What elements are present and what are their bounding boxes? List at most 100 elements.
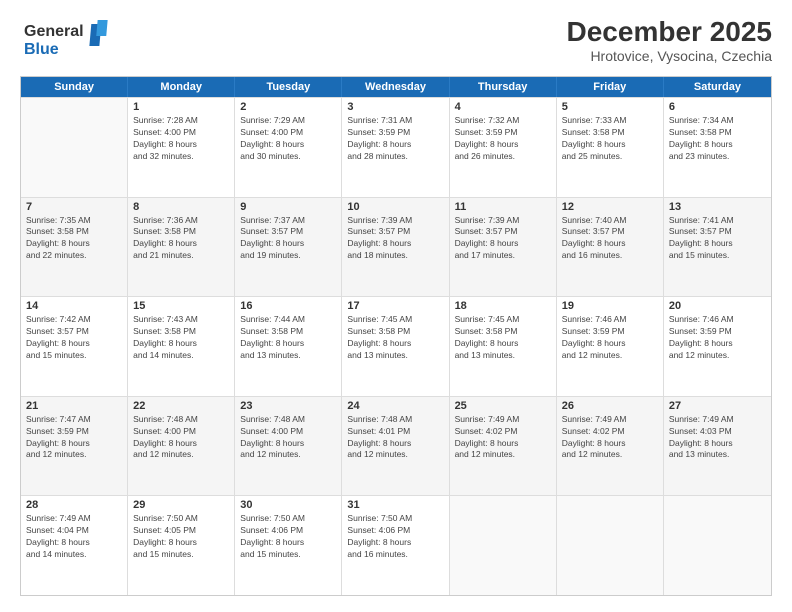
header-day-wednesday: Wednesday [342, 77, 449, 97]
day-info: Sunrise: 7:46 AMSunset: 3:59 PMDaylight:… [562, 314, 658, 362]
day-info: Sunrise: 7:50 AMSunset: 4:05 PMDaylight:… [133, 513, 229, 561]
calendar: SundayMondayTuesdayWednesdayThursdayFrid… [20, 76, 772, 596]
day-number: 18 [455, 300, 551, 312]
day-number: 26 [562, 400, 658, 412]
calendar-cell: 15 Sunrise: 7:43 AMSunset: 3:58 PMDayligh… [128, 297, 235, 396]
day-info: Sunrise: 7:28 AMSunset: 4:00 PMDaylight:… [133, 115, 229, 163]
day-info: Sunrise: 7:47 AMSunset: 3:59 PMDaylight:… [26, 414, 122, 462]
calendar-cell: 26 Sunrise: 7:49 AMSunset: 4:02 PMDayligh… [557, 397, 664, 496]
day-number: 6 [669, 101, 766, 113]
header-day-friday: Friday [557, 77, 664, 97]
calendar-cell: 2 Sunrise: 7:29 AMSunset: 4:00 PMDaylight… [235, 98, 342, 197]
day-number: 12 [562, 201, 658, 213]
calendar-cell: 5 Sunrise: 7:33 AMSunset: 3:58 PMDaylight… [557, 98, 664, 197]
calendar-cell: 20 Sunrise: 7:46 AMSunset: 3:59 PMDayligh… [664, 297, 771, 396]
day-number: 19 [562, 300, 658, 312]
day-info: Sunrise: 7:31 AMSunset: 3:59 PMDaylight:… [347, 115, 443, 163]
day-info: Sunrise: 7:49 AMSunset: 4:02 PMDaylight:… [455, 414, 551, 462]
day-number: 5 [562, 101, 658, 113]
calendar-cell: 27Sunrise: 7:49 AMSunset: 4:03 PMDayligh… [664, 397, 771, 496]
calendar-cell: 3 Sunrise: 7:31 AMSunset: 3:59 PMDaylight… [342, 98, 449, 197]
calendar-cell: 30Sunrise: 7:50 AMSunset: 4:06 PMDayligh… [235, 496, 342, 595]
logo-svg: General Blue [20, 16, 110, 61]
day-info: Sunrise: 7:42 AMSunset: 3:57 PMDaylight:… [26, 314, 122, 362]
calendar-row-1: 7Sunrise: 7:35 AMSunset: 3:58 PMDaylight… [21, 197, 771, 297]
page: General Blue December 2025 Hrotovice, Vy… [0, 0, 792, 612]
day-number: 4 [455, 101, 551, 113]
day-info: Sunrise: 7:37 AMSunset: 3:57 PMDaylight:… [240, 215, 336, 263]
svg-text:General: General [24, 23, 84, 40]
day-number: 9 [240, 201, 336, 213]
day-info: Sunrise: 7:50 AMSunset: 4:06 PMDaylight:… [240, 513, 336, 561]
day-info: Sunrise: 7:39 AMSunset: 3:57 PMDaylight:… [455, 215, 551, 263]
day-number: 10 [347, 201, 443, 213]
logo: General Blue [20, 16, 110, 66]
day-info: Sunrise: 7:44 AMSunset: 3:58 PMDaylight:… [240, 314, 336, 362]
day-number: 13 [669, 201, 766, 213]
day-number: 28 [26, 499, 122, 511]
calendar-cell: 29 Sunrise: 7:50 AMSunset: 4:05 PMDayligh… [128, 496, 235, 595]
calendar-cell: 16 Sunrise: 7:44 AMSunset: 3:58 PMDayligh… [235, 297, 342, 396]
svg-text:Blue: Blue [24, 41, 59, 58]
calendar-title: December 2025 [567, 16, 772, 48]
day-info: Sunrise: 7:49 AMSunset: 4:02 PMDaylight:… [562, 414, 658, 462]
header-day-thursday: Thursday [450, 77, 557, 97]
calendar-cell: 14 Sunrise: 7:42 AMSunset: 3:57 PMDayligh… [21, 297, 128, 396]
day-number: 25 [455, 400, 551, 412]
day-number: 15 [133, 300, 229, 312]
calendar-cell [450, 496, 557, 595]
calendar-cell: 31Sunrise: 7:50 AMSunset: 4:06 PMDayligh… [342, 496, 449, 595]
day-number: 20 [669, 300, 766, 312]
day-number: 29 [133, 499, 229, 511]
calendar-header: SundayMondayTuesdayWednesdayThursdayFrid… [21, 77, 771, 97]
day-number: 11 [455, 201, 551, 213]
day-number: 24 [347, 400, 443, 412]
calendar-cell: 24Sunrise: 7:48 AMSunset: 4:01 PMDayligh… [342, 397, 449, 496]
calendar-row-2: 14 Sunrise: 7:42 AMSunset: 3:57 PMDayligh… [21, 296, 771, 396]
day-info: Sunrise: 7:46 AMSunset: 3:59 PMDaylight:… [669, 314, 766, 362]
calendar-subtitle: Hrotovice, Vysocina, Czechia [567, 48, 772, 64]
day-number: 21 [26, 400, 122, 412]
day-info: Sunrise: 7:49 AMSunset: 4:03 PMDaylight:… [669, 414, 766, 462]
day-info: Sunrise: 7:33 AMSunset: 3:58 PMDaylight:… [562, 115, 658, 163]
day-info: Sunrise: 7:43 AMSunset: 3:58 PMDaylight:… [133, 314, 229, 362]
calendar-row-0: 1 Sunrise: 7:28 AMSunset: 4:00 PMDaylight… [21, 97, 771, 197]
day-number: 1 [133, 101, 229, 113]
calendar-cell: 17Sunrise: 7:45 AMSunset: 3:58 PMDayligh… [342, 297, 449, 396]
day-info: Sunrise: 7:32 AMSunset: 3:59 PMDaylight:… [455, 115, 551, 163]
header-day-monday: Monday [128, 77, 235, 97]
calendar-cell [21, 98, 128, 197]
day-info: Sunrise: 7:36 AMSunset: 3:58 PMDaylight:… [133, 215, 229, 263]
day-number: 22 [133, 400, 229, 412]
calendar-cell: 13 Sunrise: 7:41 AMSunset: 3:57 PMDayligh… [664, 198, 771, 297]
calendar-cell: 19 Sunrise: 7:46 AMSunset: 3:59 PMDayligh… [557, 297, 664, 396]
day-info: Sunrise: 7:41 AMSunset: 3:57 PMDaylight:… [669, 215, 766, 263]
calendar-cell: 8 Sunrise: 7:36 AMSunset: 3:58 PMDaylight… [128, 198, 235, 297]
calendar-cell: 11 Sunrise: 7:39 AMSunset: 3:57 PMDayligh… [450, 198, 557, 297]
day-info: Sunrise: 7:48 AMSunset: 4:00 PMDaylight:… [240, 414, 336, 462]
calendar-cell [557, 496, 664, 595]
day-info: Sunrise: 7:29 AMSunset: 4:00 PMDaylight:… [240, 115, 336, 163]
day-number: 8 [133, 201, 229, 213]
calendar-cell: 9 Sunrise: 7:37 AMSunset: 3:57 PMDaylight… [235, 198, 342, 297]
day-number: 17 [347, 300, 443, 312]
header-day-sunday: Sunday [21, 77, 128, 97]
day-number: 3 [347, 101, 443, 113]
day-info: Sunrise: 7:50 AMSunset: 4:06 PMDaylight:… [347, 513, 443, 561]
day-number: 7 [26, 201, 122, 213]
calendar-cell: 23 Sunrise: 7:48 AMSunset: 4:00 PMDayligh… [235, 397, 342, 496]
header-day-tuesday: Tuesday [235, 77, 342, 97]
calendar-cell [664, 496, 771, 595]
day-number: 16 [240, 300, 336, 312]
day-number: 14 [26, 300, 122, 312]
calendar-cell: 4 Sunrise: 7:32 AMSunset: 3:59 PMDaylight… [450, 98, 557, 197]
day-number: 23 [240, 400, 336, 412]
day-info: Sunrise: 7:39 AMSunset: 3:57 PMDaylight:… [347, 215, 443, 263]
day-info: Sunrise: 7:49 AMSunset: 4:04 PMDaylight:… [26, 513, 122, 561]
calendar-cell: 1 Sunrise: 7:28 AMSunset: 4:00 PMDaylight… [128, 98, 235, 197]
calendar-cell: 6Sunrise: 7:34 AMSunset: 3:58 PMDaylight… [664, 98, 771, 197]
calendar-cell: 12Sunrise: 7:40 AMSunset: 3:57 PMDayligh… [557, 198, 664, 297]
calendar-cell: 28 Sunrise: 7:49 AMSunset: 4:04 PMDayligh… [21, 496, 128, 595]
calendar-cell: 22Sunrise: 7:48 AMSunset: 4:00 PMDayligh… [128, 397, 235, 496]
day-number: 2 [240, 101, 336, 113]
